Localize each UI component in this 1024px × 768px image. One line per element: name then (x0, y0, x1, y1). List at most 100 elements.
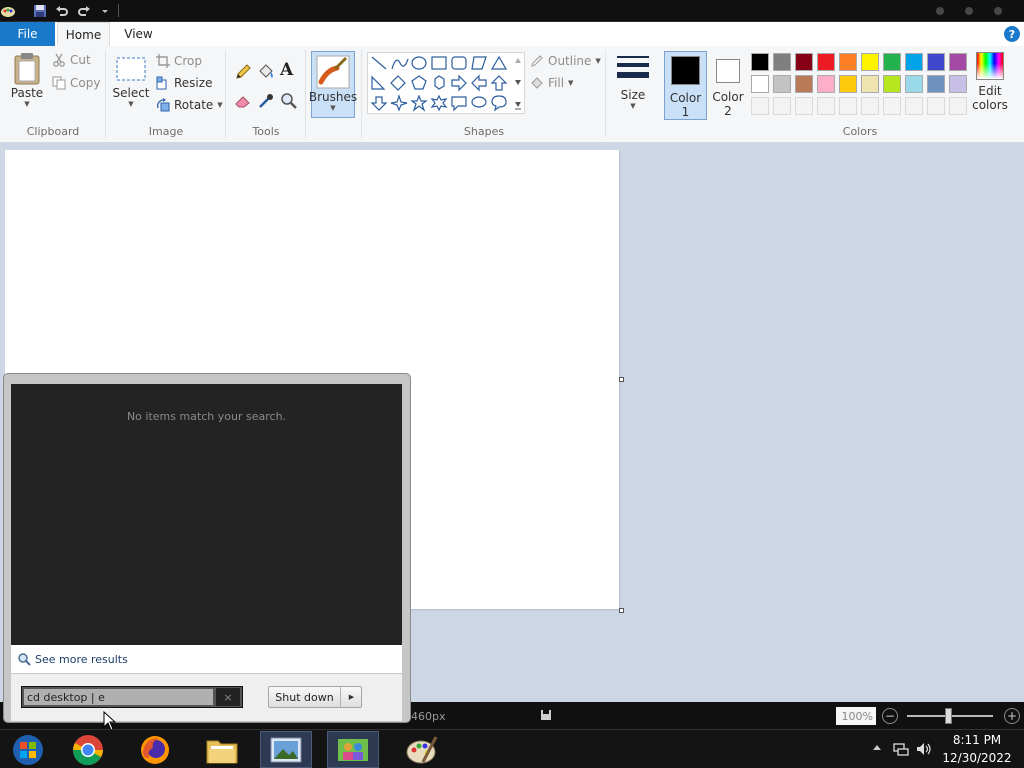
paste-button[interactable]: Paste ▼ (6, 52, 48, 108)
shutdown-label[interactable]: Shut down (269, 687, 341, 707)
network-people-icon (338, 738, 368, 761)
shapes-group: Outline ▼ Fill ▼ Shapes (362, 46, 606, 143)
palette-swatch[interactable] (795, 53, 813, 71)
brushes-button[interactable]: Brushes ▼ (309, 51, 357, 118)
customize-toolbar-icon[interactable] (97, 3, 113, 19)
taskbar-network-app[interactable] (327, 731, 379, 768)
edit-colors-button[interactable]: Edit colors (972, 52, 1008, 120)
custom-color-slot[interactable] (795, 97, 813, 115)
palette-swatch[interactable] (839, 75, 857, 93)
start-orb-button[interactable] (2, 731, 54, 768)
palette-swatch[interactable] (795, 75, 813, 93)
see-more-results-link[interactable]: See more results (11, 645, 402, 673)
custom-color-slot[interactable] (861, 97, 879, 115)
color-picker-icon[interactable] (257, 92, 275, 110)
start-menu: No items match your search. See more res… (3, 373, 411, 723)
magnifier-icon[interactable] (280, 92, 298, 110)
resize-button[interactable]: Resize (156, 76, 212, 90)
taskbar-file-explorer[interactable] (196, 731, 248, 768)
show-hidden-icons-arrow[interactable] (873, 744, 881, 750)
pencil-icon[interactable] (234, 63, 252, 81)
maximize-button[interactable] (963, 5, 975, 17)
help-button[interactable]: ? (1004, 26, 1020, 42)
paint-app-icon[interactable] (0, 3, 16, 19)
tools-group-label: Tools (252, 125, 280, 138)
network-icon[interactable] (893, 741, 909, 757)
palette-swatch[interactable] (817, 75, 835, 93)
zoom-in-button[interactable]: + (1004, 708, 1020, 724)
tools-group: A Tools (226, 46, 306, 143)
custom-color-slot[interactable] (905, 97, 923, 115)
fill-dropdown-arrow: ▼ (568, 79, 574, 87)
custom-color-slot[interactable] (949, 97, 967, 115)
cut-button[interactable]: Cut (52, 53, 91, 67)
chrome-icon (72, 734, 103, 765)
zoom-slider-thumb[interactable] (945, 708, 952, 724)
palette-swatch[interactable] (839, 53, 857, 71)
minimize-button[interactable] (934, 5, 946, 17)
palette-swatch[interactable] (817, 53, 835, 71)
palette-swatch[interactable] (773, 53, 791, 71)
palette-swatch[interactable] (927, 75, 945, 93)
palette-swatch[interactable] (927, 53, 945, 71)
shutdown-options-arrow[interactable]: ▶ (342, 687, 361, 707)
custom-color-slot[interactable] (927, 97, 945, 115)
tab-home[interactable]: Home (57, 22, 110, 46)
palette-swatch[interactable] (751, 75, 769, 93)
fill-button[interactable]: Fill ▼ (530, 76, 573, 90)
clear-search-button[interactable]: × (216, 688, 240, 706)
edit-colors-label: Edit colors (972, 84, 1008, 112)
taskbar-chrome[interactable] (62, 731, 114, 768)
palette-swatch[interactable] (883, 75, 901, 93)
taskbar-paint[interactable] (396, 731, 448, 768)
palette-swatch[interactable] (905, 53, 923, 71)
custom-color-slot[interactable] (751, 97, 769, 115)
save-icon[interactable] (32, 3, 48, 19)
brushes-group: Brushes ▼ (306, 46, 362, 143)
palette-swatch[interactable] (861, 53, 879, 71)
palette-swatch[interactable] (905, 75, 923, 93)
color2-label-line2: 2 (724, 104, 732, 118)
undo-icon[interactable] (54, 3, 70, 19)
custom-color-slot[interactable] (773, 97, 791, 115)
image-group: Select ▼ Crop Resize Rotate ▼ Image (106, 46, 226, 143)
color1-label: Color 1 (665, 91, 706, 119)
color2-button[interactable]: Color 2 (707, 51, 749, 120)
size-dropdown-arrow: ▼ (630, 102, 636, 110)
redo-icon[interactable] (76, 3, 92, 19)
custom-color-slot[interactable] (883, 97, 901, 115)
palette-swatch[interactable] (949, 75, 967, 93)
clock-date[interactable]: 12/30/2022 (942, 751, 1012, 765)
file-tab[interactable]: File (0, 22, 55, 46)
palette-swatch[interactable] (773, 75, 791, 93)
outline-icon (531, 55, 543, 67)
rotate-button[interactable]: Rotate ▼ (156, 98, 223, 112)
search-input[interactable] (24, 689, 213, 705)
custom-color-slot[interactable] (817, 97, 835, 115)
rotate-label: Rotate (174, 98, 214, 112)
size-button[interactable]: Size ▼ (615, 54, 651, 110)
palette-swatch[interactable] (883, 53, 901, 71)
text-tool-icon[interactable]: A (280, 60, 300, 82)
volume-icon[interactable] (916, 741, 932, 757)
select-button[interactable]: Select ▼ (112, 56, 150, 108)
copy-button[interactable]: Copy (52, 76, 100, 90)
zoom-out-button[interactable]: − (882, 708, 898, 724)
canvas-resize-handle-right[interactable] (619, 377, 624, 382)
palette-swatch[interactable] (751, 53, 769, 71)
tab-view[interactable]: View (112, 22, 165, 46)
outline-button[interactable]: Outline ▼ (530, 54, 601, 68)
palette-swatch[interactable] (949, 53, 967, 71)
shapes-gallery-icons[interactable] (368, 53, 524, 113)
close-button[interactable] (992, 5, 1004, 17)
crop-button[interactable]: Crop (156, 54, 202, 68)
eraser-icon[interactable] (234, 92, 252, 110)
canvas-resize-handle-corner[interactable] (619, 608, 624, 613)
palette-swatch[interactable] (861, 75, 879, 93)
clock-time[interactable]: 8:11 PM (942, 733, 1012, 747)
color1-button[interactable]: Color 1 (664, 51, 707, 120)
fill-bucket-icon[interactable] (257, 63, 275, 81)
taskbar-firefox[interactable] (129, 731, 181, 768)
taskbar-image-viewer[interactable] (260, 731, 312, 768)
custom-color-slot[interactable] (839, 97, 857, 115)
